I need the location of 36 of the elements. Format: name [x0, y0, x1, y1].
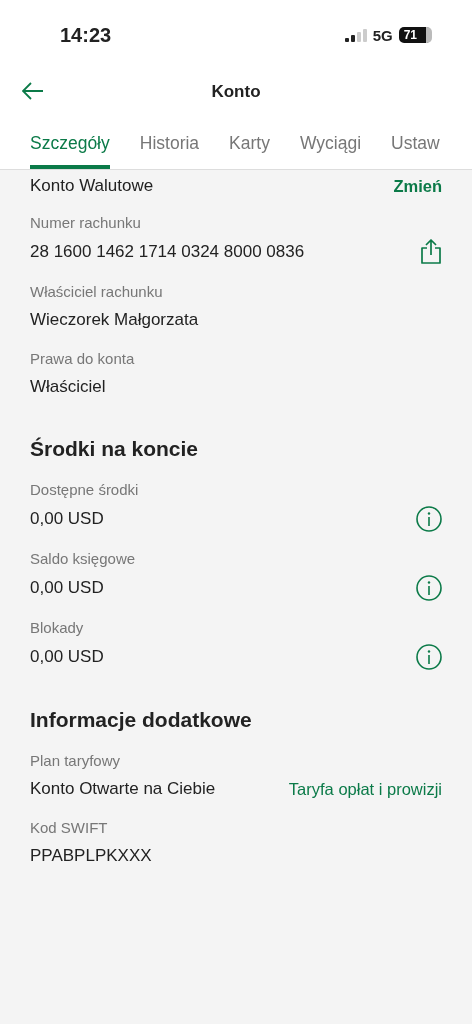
field-value: Konto Otwarte na Ciebie — [30, 779, 216, 799]
field-label: Prawa do konta — [30, 350, 136, 367]
field-value: PPABPLPKXXX — [30, 846, 152, 866]
signal-icon — [344, 28, 367, 42]
section-heading: Informacje dodatkowe — [30, 708, 253, 732]
field-value: 0,00 USD — [30, 509, 104, 529]
network-label: 5G — [372, 26, 393, 44]
field-label: Właściciel rachunku — [30, 283, 164, 300]
section-heading: Środki na koncie — [30, 437, 200, 461]
change-link[interactable]: Zmień — [393, 176, 442, 196]
field-label: Numer rachunku — [30, 214, 142, 231]
account-type: Konto Walutowe — [30, 176, 154, 196]
info-icon[interactable] — [416, 644, 442, 670]
field-value: 28 1600 1462 1714 0324 8000 0836 — [30, 242, 305, 262]
tab[interactable]: Karty — [229, 127, 270, 169]
battery-indicator: 71 — [398, 27, 432, 43]
field-value: 0,00 USD — [30, 578, 104, 598]
tab[interactable]: Wyciągi — [299, 127, 362, 169]
info-icon[interactable] — [416, 506, 442, 532]
tab[interactable]: Ustaw — [391, 127, 440, 169]
tariff-link[interactable]: Taryfa opłat i prowizji — [288, 779, 442, 799]
field-label: Saldo księgowe — [30, 550, 137, 567]
tab[interactable]: Historia — [139, 127, 200, 169]
field-value: 0,00 USD — [30, 647, 104, 667]
info-icon[interactable] — [416, 575, 442, 601]
field-label: Plan taryfowy — [30, 752, 122, 769]
field-label: Blokady — [30, 619, 85, 636]
share-icon[interactable] — [420, 239, 442, 265]
field-label: Dostępne środki — [30, 481, 140, 498]
status-time: 14:23 — [60, 23, 112, 47]
field-value: Wieczorek Małgorzata — [30, 310, 199, 330]
back-button[interactable] — [22, 82, 44, 100]
field-label: Kod SWIFT — [30, 819, 109, 836]
tab[interactable]: Szczegóły — [30, 127, 110, 169]
field-value: Właściciel — [30, 377, 106, 397]
screen-title: Konto — [211, 82, 261, 102]
